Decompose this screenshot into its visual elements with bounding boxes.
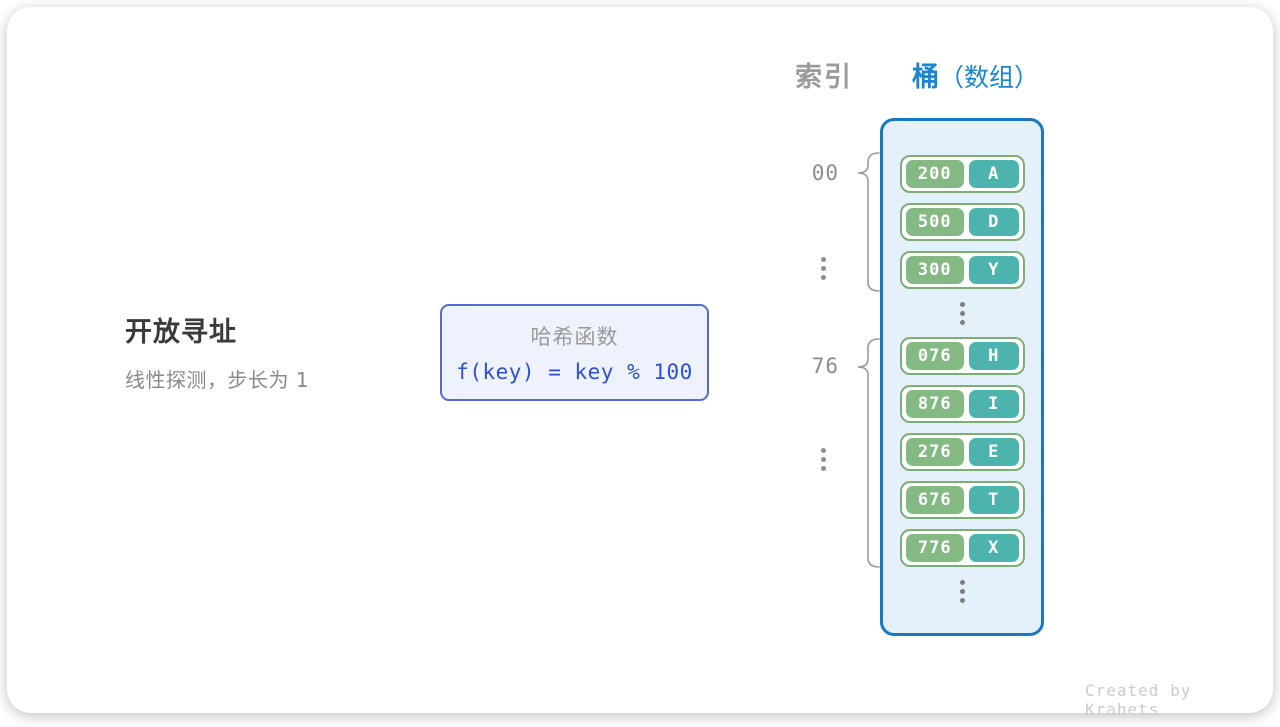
- index-ellipsis-icon: [821, 255, 826, 281]
- pair-key: 500: [906, 208, 964, 236]
- pair-key: 876: [906, 390, 964, 418]
- index-column-header: 索引: [795, 55, 853, 94]
- hash-function-box: 哈希函数 f(key) = key % 100: [440, 304, 709, 401]
- key-value-pair: 500 D: [900, 203, 1025, 241]
- page-subtitle: 线性探测，步长为 1: [125, 364, 309, 393]
- index-label-00: 00: [799, 161, 839, 185]
- brace-group-00: [858, 153, 879, 291]
- hash-function-formula: f(key) = key % 100: [456, 360, 693, 384]
- key-value-pair: 676 T: [900, 481, 1025, 519]
- index-ellipsis-icon: [821, 446, 826, 472]
- key-value-pair: 200 A: [900, 155, 1025, 193]
- bucket-items: 200 A 500 D 300 Y 076 H 876 I 276 E 676 …: [901, 155, 1023, 605]
- pair-value: T: [969, 486, 1019, 514]
- pair-value: E: [969, 438, 1019, 466]
- watermark: Created by Krahets: [1085, 681, 1273, 719]
- figure-card: 开放寻址 线性探测，步长为 1 哈希函数 f(key) = key % 100 …: [7, 7, 1273, 713]
- pair-key: 676: [906, 486, 964, 514]
- pair-value: Y: [969, 256, 1019, 284]
- pair-key: 276: [906, 438, 964, 466]
- bucket-array-container: 200 A 500 D 300 Y 076 H 876 I 276 E 676 …: [880, 118, 1044, 636]
- brace-group-76: [858, 339, 879, 567]
- bucket-ellipsis-icon: [960, 577, 965, 605]
- key-value-pair: 776 X: [900, 529, 1025, 567]
- pair-key: 076: [906, 342, 964, 370]
- pair-value: X: [969, 534, 1019, 562]
- page-title: 开放寻址: [125, 310, 237, 349]
- pair-value: I: [969, 390, 1019, 418]
- pair-key: 300: [906, 256, 964, 284]
- pair-key: 776: [906, 534, 964, 562]
- pair-value: A: [969, 160, 1019, 188]
- pair-value: D: [969, 208, 1019, 236]
- key-value-pair: 076 H: [900, 337, 1025, 375]
- pair-value: H: [969, 342, 1019, 370]
- index-label-76: 76: [799, 354, 839, 378]
- bucket-label-suffix: （数组）: [939, 63, 1039, 92]
- hash-box-title: 哈希函数: [531, 321, 619, 351]
- key-value-pair: 276 E: [900, 433, 1025, 471]
- key-value-pair: 876 I: [900, 385, 1025, 423]
- bucket-label: 桶: [912, 62, 939, 93]
- key-value-pair: 300 Y: [900, 251, 1025, 289]
- bucket-column-header: 桶（数组）: [912, 55, 1039, 94]
- pair-key: 200: [906, 160, 964, 188]
- bucket-ellipsis-icon: [960, 299, 965, 327]
